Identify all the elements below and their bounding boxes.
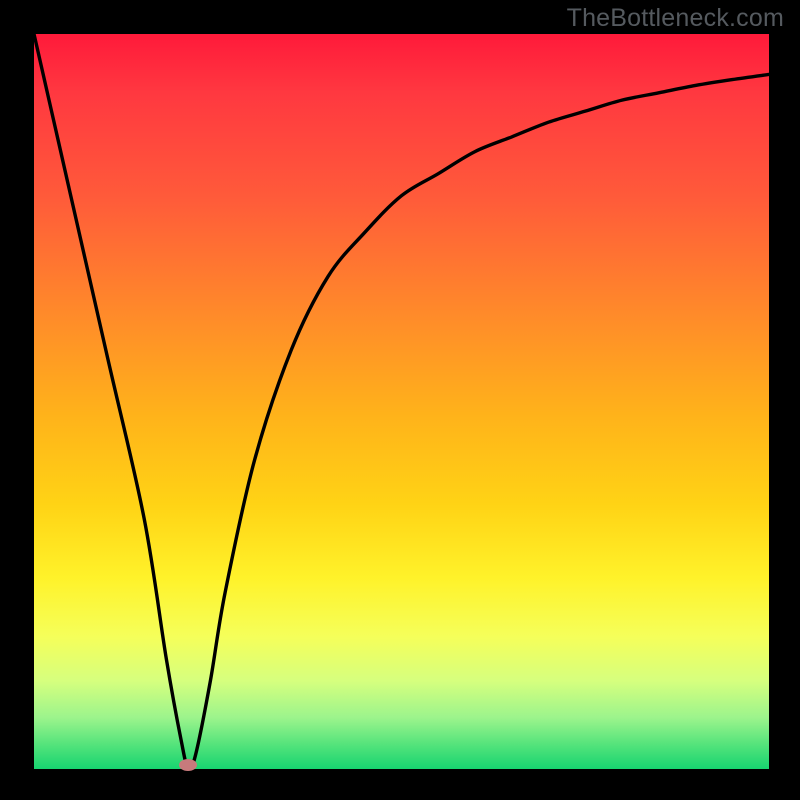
watermark-text: TheBottleneck.com xyxy=(567,4,784,33)
minimum-marker xyxy=(179,759,197,771)
chart-frame: TheBottleneck.com xyxy=(0,0,800,800)
plot-area xyxy=(34,34,769,769)
bottleneck-curve xyxy=(34,34,769,769)
